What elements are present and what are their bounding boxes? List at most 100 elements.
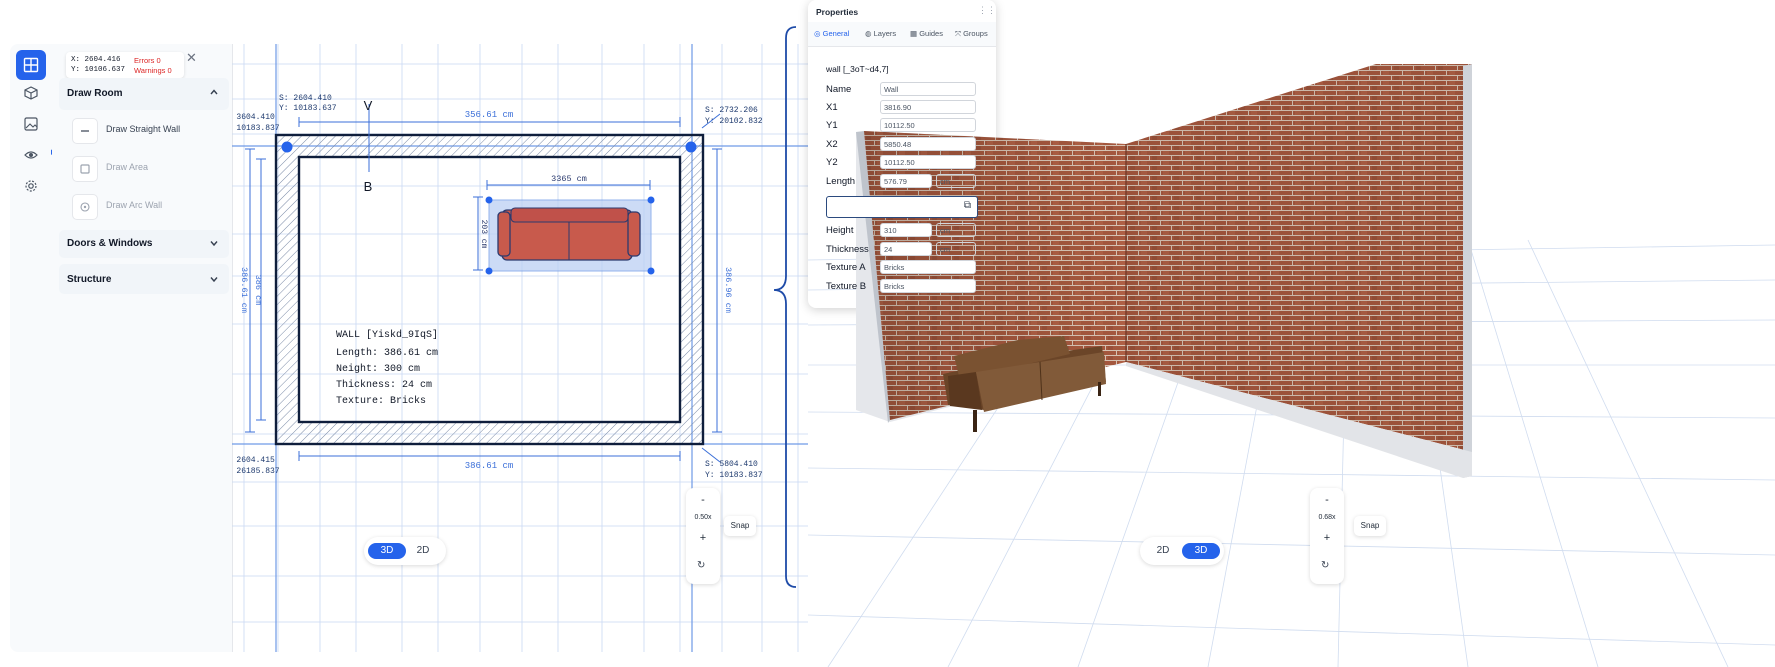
prop-label: Y1: [826, 120, 838, 131]
corner-label: Y: 20102.832: [705, 117, 763, 126]
accordion-doors-windows[interactable]: Doors & Windows: [59, 230, 229, 258]
wall-info-texture: Texture: Bricks: [336, 395, 426, 407]
zoom-out-button[interactable]: -: [1310, 494, 1344, 506]
prop-input[interactable]: 576.79: [880, 174, 932, 188]
section-marker-top: V: [364, 98, 373, 113]
zoom-out-button[interactable]: -: [686, 494, 720, 506]
tool-draw-arc-wall[interactable]: Draw Arc Wall: [72, 192, 222, 220]
prop-input[interactable]: 3816.90: [880, 100, 976, 114]
tab-general[interactable]: ◎ General: [814, 29, 849, 38]
prop-label: X2: [826, 139, 838, 150]
properties-tabs: ◎ General ◍ Layers ▦ Guides ⤧ Groups: [808, 22, 996, 47]
tab-groups[interactable]: ⤧ Groups: [955, 29, 988, 39]
corner-label: Y: 26185.837: [232, 467, 280, 476]
accordion-draw-room[interactable]: Draw Room: [59, 78, 229, 110]
view-3d-button[interactable]: 3D: [1182, 543, 1220, 559]
corner-label: Y: 10183.637: [279, 104, 337, 113]
view-2d-button[interactable]: 2D: [404, 543, 442, 559]
image-icon[interactable]: [16, 109, 46, 139]
dim-left-inner-label: 386 cm: [253, 275, 263, 306]
corner-label: Y: 10183.837: [232, 124, 280, 133]
properties-title: Properties: [816, 7, 859, 17]
zoom-in-button[interactable]: +: [1310, 532, 1344, 544]
prop-input[interactable]: Bricks: [880, 279, 976, 293]
copy-icon[interactable]: ⧉: [964, 200, 971, 211]
view-2d-button[interactable]: 2D: [1144, 543, 1182, 559]
prop-texture-b: Texture B Bricks: [826, 279, 986, 295]
arc-icon: [72, 194, 98, 220]
chevron-up-icon: [209, 87, 219, 100]
sofa-2d[interactable]: [485, 196, 655, 275]
line-icon: [72, 118, 98, 144]
tool-icon-bar: ▶: [10, 44, 56, 652]
prop-unit[interactable]: cm: [936, 242, 976, 256]
grid-icon: ▦: [910, 29, 918, 38]
zoom-level: 0.68x: [1318, 514, 1336, 521]
prop-x1: X1 3816.90: [826, 100, 986, 116]
snap-button[interactable]: Snap: [1354, 516, 1386, 536]
prop-y2: Y2 10112.50: [826, 155, 986, 171]
floorplan-canvas[interactable]: 356.61 cm 386.61 cm 386.61 cm 386 cm 386…: [232, 44, 808, 652]
prop-input[interactable]: Wall: [880, 82, 976, 96]
view-toggle-3d-panel: 2D 3D: [1140, 537, 1224, 565]
prop-input[interactable]: 10112.50: [880, 155, 976, 169]
object-id: wall [_3oT~d4,7]: [826, 64, 889, 74]
accordion-title: Structure: [67, 274, 112, 285]
prop-input[interactable]: 310: [880, 223, 932, 237]
wall-endpoint-handle[interactable]: [685, 141, 697, 153]
wall-info-title: WALL [Yiskd_9IqS]: [336, 329, 438, 341]
corner-label: S: 3604.410: [232, 113, 275, 122]
dim-right-label: 386.96 cm: [723, 267, 733, 313]
wall-endpoint-handle[interactable]: [281, 141, 293, 153]
tool-draw-straight-wall[interactable]: Draw Straight Wall: [72, 116, 222, 144]
corner-label: S: 2604.410: [279, 94, 332, 103]
tool-draw-area[interactable]: Draw Area: [72, 154, 222, 182]
settings-icon: ◎: [814, 29, 821, 38]
tab-guides[interactable]: ▦ Guides: [910, 29, 943, 38]
editor-2d-panel: ▶ X: 2604.416 Y: 10106.637 Errors 0 Warn…: [10, 44, 808, 652]
tool-label: Draw Area: [106, 162, 149, 172]
wall-info-height: Neight: 300 cm: [336, 363, 420, 375]
brick-wall-right[interactable]: [1125, 64, 1472, 478]
active-edit-field[interactable]: ⧉: [826, 196, 978, 218]
view-3d-button[interactable]: 3D: [368, 543, 406, 559]
prop-input[interactable]: Bricks: [880, 260, 976, 274]
tab-label: Layers: [873, 29, 897, 38]
corner-label: Z: 2604.415: [232, 456, 275, 465]
properties-header: Properties ⋮⋮: [808, 0, 996, 23]
prop-y1: Y1 10112.50: [826, 118, 986, 134]
gear-icon[interactable]: [16, 171, 46, 201]
tool-label: Draw Arc Wall: [106, 200, 163, 210]
close-icon[interactable]: ✕: [186, 50, 197, 66]
tab-label: General: [822, 29, 850, 38]
dim-bottom-label: 386.61 cm: [465, 461, 514, 471]
wall-info-block: WALL [Yiskd_9IqS] Length: 386.61 cm Neig…: [336, 329, 438, 407]
tab-layers[interactable]: ◍ Layers: [865, 29, 896, 38]
view-3d-panel[interactable]: Properties ⋮⋮ ◎ General ◍ Layers ▦ Guide…: [808, 0, 1775, 667]
cube-icon[interactable]: [16, 78, 46, 108]
snap-button[interactable]: Snap: [724, 516, 756, 536]
prop-name: Name Wall: [826, 82, 986, 98]
prop-label: Texture B: [826, 281, 867, 292]
reset-view-icon[interactable]: ↻: [1321, 560, 1329, 571]
chevron-down-icon: [209, 274, 219, 287]
eye-icon[interactable]: [16, 140, 46, 170]
zoom-control: - 0.50x + ↻: [686, 488, 720, 584]
floorplan-icon[interactable]: [16, 50, 46, 80]
prop-unit[interactable]: cm: [936, 223, 976, 237]
prop-input[interactable]: 10112.50: [880, 118, 976, 132]
zoom-in-button[interactable]: +: [686, 532, 720, 544]
chevron-down-icon: [209, 238, 219, 251]
coordinate-readout: X: 2604.416 Y: 10106.637 Errors 0 Warnin…: [66, 52, 184, 78]
drag-handle-icon[interactable]: ⋮⋮: [978, 5, 996, 16]
prop-input[interactable]: 24: [880, 242, 932, 256]
prop-label: Name: [826, 84, 852, 95]
tab-label: Groups: [963, 29, 988, 38]
coord-x: X: 2604.416: [71, 56, 121, 64]
prop-unit[interactable]: cm: [936, 174, 976, 188]
prop-input[interactable]: 5850.48: [880, 137, 976, 151]
accordion-title: Doors & Windows: [67, 238, 153, 249]
tool-label: Draw Straight Wall: [106, 124, 181, 134]
accordion-structure[interactable]: Structure: [59, 264, 229, 294]
reset-view-icon[interactable]: ↻: [697, 560, 705, 571]
